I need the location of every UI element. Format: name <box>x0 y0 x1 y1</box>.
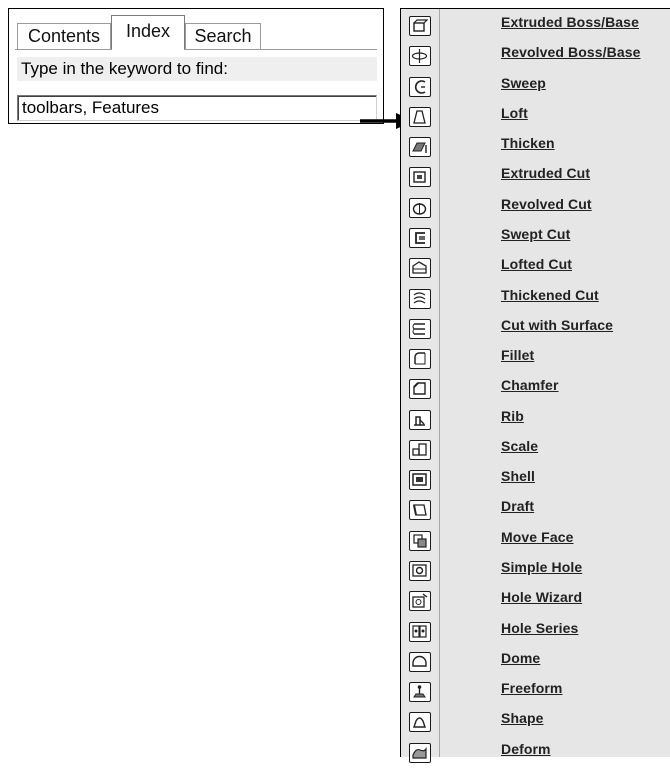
sweep-icon[interactable] <box>409 76 431 97</box>
feature-row: Extruded Boss/Base <box>401 11 670 41</box>
shape-icon[interactable] <box>409 712 431 733</box>
feature-row: Dome <box>401 647 670 677</box>
feature-row: Shell <box>401 465 670 495</box>
extruded-boss-icon[interactable] <box>409 16 431 36</box>
feature-row: Hole Series <box>401 617 670 647</box>
feature-link[interactable]: Freeform <box>501 680 562 696</box>
draft-icon[interactable] <box>409 500 431 521</box>
revolved-cut-icon[interactable] <box>409 197 431 218</box>
feature-link[interactable]: Thicken <box>501 135 555 151</box>
feature-link[interactable]: Simple Hole <box>501 559 582 575</box>
feature-link[interactable]: Extruded Cut <box>501 165 590 181</box>
feature-row: Scale <box>401 435 670 465</box>
feature-link[interactable]: Hole Series <box>501 620 578 636</box>
feature-row: Revolved Cut <box>401 193 670 223</box>
feature-link[interactable]: Swept Cut <box>501 226 570 242</box>
feature-link[interactable]: Dome <box>501 650 540 666</box>
cut-with-surface-icon[interactable] <box>409 318 431 339</box>
feature-row: Thicken <box>401 132 670 162</box>
simple-hole-icon[interactable] <box>409 561 431 582</box>
chamfer-icon[interactable] <box>409 379 431 400</box>
thicken-icon[interactable] <box>409 137 431 158</box>
help-tabs: Contents Index Search <box>15 15 377 49</box>
feature-row: Chamfer <box>401 374 670 404</box>
feature-row: Swept Cut <box>401 223 670 253</box>
feature-row: Extruded Cut <box>401 162 670 192</box>
tab-contents[interactable]: Contents <box>17 23 111 49</box>
loft-icon[interactable] <box>409 106 431 127</box>
shell-icon[interactable] <box>409 470 431 491</box>
feature-row: Hole Wizard <box>401 586 670 616</box>
feature-row: Deform <box>401 738 670 768</box>
feature-row: Freeform <box>401 677 670 707</box>
fillet-icon[interactable] <box>409 349 431 370</box>
feature-link[interactable]: Lofted Cut <box>501 256 572 272</box>
deform-icon[interactable] <box>409 742 431 763</box>
feature-link[interactable]: Draft <box>501 498 534 514</box>
tab-index[interactable]: Index <box>111 15 185 49</box>
feature-row: Simple Hole <box>401 556 670 586</box>
feature-link[interactable]: Chamfer <box>501 377 559 393</box>
feature-link[interactable]: Shell <box>501 468 535 484</box>
freeform-icon[interactable] <box>409 682 431 703</box>
hole-wizard-icon[interactable] <box>409 591 431 612</box>
dome-icon[interactable] <box>409 651 431 672</box>
feature-link[interactable]: Loft <box>501 105 528 121</box>
feature-row: Revolved Boss/Base <box>401 41 670 71</box>
help-index-panel: Contents Index Search Type in the keywor… <box>8 8 384 124</box>
feature-link[interactable]: Cut with Surface <box>501 317 613 333</box>
feature-link[interactable]: Revolved Cut <box>501 196 592 212</box>
feature-row: Shape <box>401 707 670 737</box>
tab-divider <box>15 49 377 50</box>
revolved-boss-icon[interactable] <box>409 46 431 67</box>
feature-row: Fillet <box>401 344 670 374</box>
scale-icon[interactable] <box>409 439 431 460</box>
feature-link[interactable]: Shape <box>501 710 544 726</box>
keyword-input[interactable] <box>17 95 377 121</box>
hole-series-icon[interactable] <box>409 621 431 642</box>
feature-row: Sweep <box>401 72 670 102</box>
feature-link[interactable]: Move Face <box>501 529 574 545</box>
feature-link[interactable]: Revolved Boss/Base <box>501 44 641 60</box>
feature-row: Draft <box>401 495 670 525</box>
feature-row: Move Face <box>401 526 670 556</box>
rib-icon[interactable] <box>409 409 431 430</box>
feature-link[interactable]: Sweep <box>501 75 546 91</box>
keyword-prompt: Type in the keyword to find: <box>17 57 377 81</box>
feature-row: Rib <box>401 405 670 435</box>
feature-link[interactable]: Scale <box>501 438 538 454</box>
feature-link[interactable]: Extruded Boss/Base <box>501 14 639 30</box>
move-face-icon[interactable] <box>409 530 431 551</box>
features-toolbar-list: Extruded Boss/Base Revolved Boss/Base Swee… <box>400 8 670 763</box>
feature-row: Thickened Cut <box>401 284 670 314</box>
feature-row: Lofted Cut <box>401 253 670 283</box>
tab-search[interactable]: Search <box>185 23 261 49</box>
active-tab-gap <box>112 48 184 51</box>
feature-row: Loft <box>401 102 670 132</box>
feature-link[interactable]: Rib <box>501 408 524 424</box>
feature-link[interactable]: Deform <box>501 741 551 757</box>
feature-link[interactable]: Hole Wizard <box>501 589 582 605</box>
feature-link[interactable]: Fillet <box>501 347 534 363</box>
extruded-cut-icon[interactable] <box>409 167 431 188</box>
lofted-cut-icon[interactable] <box>409 258 431 279</box>
feature-link[interactable]: Thickened Cut <box>501 287 599 303</box>
feature-row: Cut with Surface <box>401 314 670 344</box>
thickened-cut-icon[interactable] <box>409 288 431 309</box>
swept-cut-icon[interactable] <box>409 227 431 248</box>
